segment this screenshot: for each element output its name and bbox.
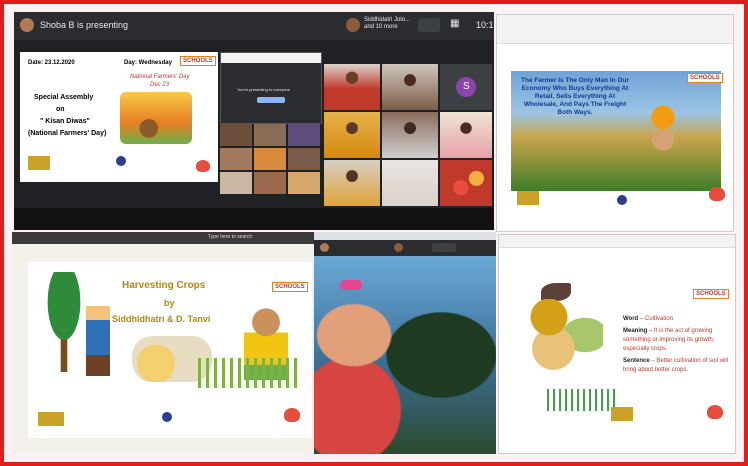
school-logo <box>38 412 64 426</box>
mini-tile <box>254 124 286 146</box>
participant-avatar-tile: S <box>440 64 492 110</box>
mini-tile <box>288 148 320 170</box>
schools-logo: SCHOOLS <box>272 282 308 292</box>
harvest-title: Harvesting Crops <box>122 280 206 291</box>
participant-video <box>324 160 380 206</box>
clock: 10:1 <box>476 20 494 30</box>
meaning-label: Meaning <box>623 328 648 334</box>
slide-special-assembly: Date: 23.12.2020 Day: Wednesday SCHOOLS … <box>20 52 218 182</box>
blue-seal <box>162 412 172 422</box>
participant-video <box>440 112 492 158</box>
rice-seedlings-illustration <box>547 389 617 411</box>
slide1-line1: Special Assembly <box>34 94 94 101</box>
ppt-ribbon <box>499 235 735 248</box>
participant-initial: S <box>463 81 470 92</box>
schools-logo: SCHOOLS <box>693 289 729 299</box>
slide1-date: Date: 23.12.2020 <box>28 60 75 66</box>
tractor-illustration <box>120 92 192 144</box>
school-logo <box>517 191 539 205</box>
blue-seal <box>116 156 126 166</box>
harvest-by: by <box>164 298 175 308</box>
presenting-message: You're presenting to everyone <box>237 87 290 92</box>
presenter-avatar <box>320 243 329 252</box>
slide1-line3: " Kisan Diwas" <box>40 118 90 125</box>
tree-illustration <box>34 272 94 372</box>
present-now-button[interactable] <box>432 243 456 252</box>
mini-tile <box>220 172 252 194</box>
student-video-window <box>314 232 496 454</box>
video-top-bar <box>314 232 496 256</box>
meeting-details-button[interactable] <box>418 18 440 32</box>
sentence-label: Sentence <box>623 358 650 364</box>
meet-top-bar: Shoba B is presenting Siddhidatri Jolo..… <box>14 12 494 40</box>
word-row: Word – Cultivation <box>623 315 729 324</box>
slide1-line2: on <box>56 106 65 113</box>
participants-avatar <box>394 243 403 252</box>
participants-avatar <box>346 18 360 32</box>
mini-tile <box>220 124 252 146</box>
meaning-row: Meaning – It is the act of growing somet… <box>623 327 729 354</box>
mini-tile <box>254 148 286 170</box>
mini-tile <box>220 148 252 170</box>
quote-text: The Farmer Is The Only Man In Our Econom… <box>521 77 629 116</box>
slide1-line4: (National Farmers' Day) <box>28 130 107 137</box>
mini-tile <box>288 124 320 146</box>
farmers-illustration <box>637 103 689 183</box>
heart-sticker <box>707 405 723 419</box>
harvest-slide: Harvesting Crops by Siddhidhatri & D. Ta… <box>28 262 312 438</box>
student-video <box>314 256 496 454</box>
heart-sticker <box>196 160 210 172</box>
heart-sticker <box>709 187 725 201</box>
presenter-avatar <box>20 18 34 32</box>
browser-bar: Type here to search <box>12 232 314 244</box>
school-logo <box>611 407 633 421</box>
ppt-ribbon <box>497 15 733 44</box>
participant-video <box>382 64 438 110</box>
slide1-day: Day: Wednesday <box>124 60 172 66</box>
mini-tile <box>288 172 320 194</box>
heart-sticker <box>284 408 300 422</box>
stop-presenting-button[interactable] <box>257 97 285 103</box>
word-definition: Word – Cultivation Meaning – It is the a… <box>623 315 729 375</box>
presenting-window: You're presenting to everyone <box>220 52 322 124</box>
mini-tile <box>254 172 286 194</box>
slide1-banner-date: Dec 23 <box>150 82 170 88</box>
harvest-authors: Siddhidhatri & D. Tanvi <box>112 314 211 324</box>
meet-window: Shoba B is presenting Siddhidatri Jolo..… <box>14 12 494 230</box>
sentence-row: Sentence – Better cultivation of soil wi… <box>623 357 729 375</box>
quote-slide: The Farmer Is The Only Man In Our Econom… <box>511 71 723 191</box>
presenter-label: Shoba B is presenting <box>40 20 129 30</box>
harvesting-slide-window: Type here to search Harvesting Crops by … <box>12 232 314 454</box>
blue-seal <box>617 195 627 205</box>
schools-logo: SCHOOLS <box>180 56 216 66</box>
chat-icon[interactable]: ▦ <box>450 18 459 29</box>
word-label: Word <box>623 316 639 322</box>
collage-frame: Shoba B is presenting Siddhidatri Jolo..… <box>0 0 748 466</box>
word-slide: SCHOOLS Word – Cultivation Meaning – It … <box>507 277 733 427</box>
browser-url-bar <box>314 232 496 240</box>
word-value: – Cultivation <box>638 316 673 322</box>
schools-logo: SCHOOLS <box>687 73 723 83</box>
participant-video <box>440 160 492 206</box>
harvest-worker-illustration <box>513 299 603 389</box>
mini-browser-bar <box>221 53 321 63</box>
search-bar[interactable]: Type here to search <box>208 234 252 240</box>
participants-label[interactable]: Siddhidatri Jolo... and 10 more <box>364 17 416 31</box>
farmer-illustration <box>86 306 110 376</box>
ppt-quote-window: The Farmer Is The Only Man In Our Econom… <box>496 14 734 232</box>
crops-illustration <box>198 358 298 388</box>
school-logo <box>28 156 50 170</box>
participant-video <box>382 160 438 206</box>
participant-video <box>324 64 380 110</box>
participant-video <box>382 112 438 158</box>
participant-video <box>324 112 380 158</box>
windows-taskbar <box>14 208 494 230</box>
ppt-word-window: SCHOOLS Word – Cultivation Meaning – It … <box>498 234 736 454</box>
flower-hair-accessory <box>340 280 362 290</box>
slide1-banner-title: National Farmers' Day <box>130 74 190 80</box>
